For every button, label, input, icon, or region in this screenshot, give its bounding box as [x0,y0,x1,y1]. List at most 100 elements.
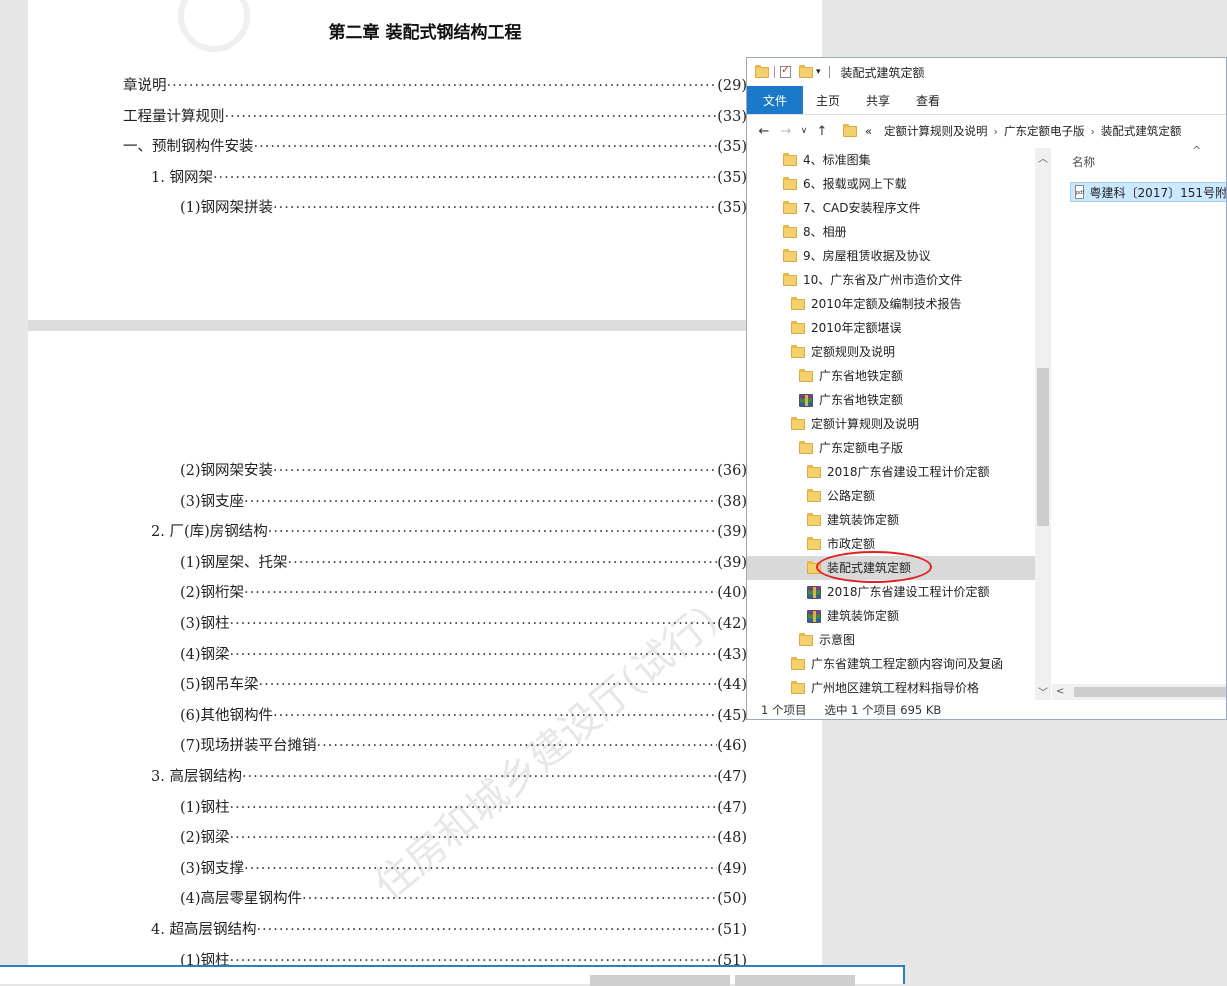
tree-item[interactable]: 9、房屋租赁收据及协议 [747,244,1035,268]
scrollbar-thumb[interactable] [1037,368,1049,526]
recent-locations-chevron-icon[interactable]: ∨ [797,126,811,136]
page-separator [28,320,822,331]
navigation-pane[interactable]: 4、标准图集 6、报载或网上下载 7、CAD安装程序文件 8、相册 9、房屋租赁收据及协… [747,148,1035,700]
breadcrumb-item[interactable]: 装配式建筑定额 [1101,123,1182,139]
toc-page-number: (39) [717,524,747,541]
tree-item[interactable]: 2010年定额堪误 [747,316,1035,340]
folder-icon[interactable] [755,64,769,78]
tree-item-label: 广东省建筑工程定额内容询问及复函 [811,657,1004,671]
toc-entry-text: 章说明 [123,78,167,94]
toc-entry-text: (4)高层零星钢构件 [180,891,303,908]
ribbon-tabs: 文件 主页 共享 查看 [747,86,1226,115]
tree-item[interactable]: 2010年定额及编制技术报告 [747,292,1035,316]
tree-item[interactable]: 8、相册 [747,220,1035,244]
toc-entry: (6)其他钢构件 (45) [180,703,747,729]
tree-item[interactable]: 定额规则及说明 [747,340,1035,364]
rar-archive-icon [807,585,821,599]
scroll-up-icon[interactable]: ︿ [1035,150,1051,165]
toc-entry: (1)钢网架拼装 (35) [180,195,747,221]
toc-page-number: (46) [717,738,747,755]
address-bar-row: ← → ∨ ↑ « 定额计算规则及说明 › 广东定额电子版 › 装配式建筑定额 [747,118,1226,144]
address-bar[interactable]: « 定额计算规则及说明 › 广东定额电子版 › 装配式建筑定额 [839,120,1187,142]
toc-leader-dots [230,642,718,668]
tab-file[interactable]: 文件 [747,86,804,114]
toc-entry-text: 2. 厂(库)房钢结构 [151,524,268,541]
tree-item[interactable]: 公路定额 [747,484,1035,508]
tree-item-label: 公路定额 [827,489,876,503]
tree-item[interactable]: 市政定额 [747,532,1035,556]
tree-item[interactable]: 2018广东省建设工程计价定额 [747,460,1035,484]
toc-page-number: (48) [717,830,747,847]
tree-item[interactable]: 2018广东省建设工程计价定额 [747,580,1035,604]
tree-item[interactable]: 广东省地铁定额 [747,388,1035,412]
tree-item[interactable]: 7、CAD安装程序文件 [747,196,1035,220]
title-bar[interactable]: ▾ 装配式建筑定额 [747,58,1226,86]
column-header-name[interactable]: 名称 [1072,154,1095,170]
tab-share[interactable]: 共享 [853,86,903,114]
tree-item[interactable]: 建筑装饰定额 [747,604,1035,628]
scroll-left-icon[interactable]: < [1056,684,1064,700]
toc-page-number: (42) [717,616,747,632]
file-list-horizontal-scrollbar[interactable]: < [1052,684,1226,700]
tree-item-label: 7、CAD安装程序文件 [803,201,921,215]
toc-entry-text: (3)钢支撑 [180,860,245,877]
tree-item-label: 广东定额电子版 [819,441,904,455]
tree-item[interactable]: 4、标准图集 [747,148,1035,172]
toc-entry: 工程量计算规则 (33) [123,104,747,130]
tree-item[interactable]: 6、报载或网上下载 [747,172,1035,196]
toc-entry: (7)现场拼装平台摊销 (46) [180,733,747,759]
tree-item[interactable]: 建筑装饰定额 [747,508,1035,532]
tree-item[interactable]: 装配式建筑定额 [747,556,1035,580]
toc-entry: (4)钢梁 (43) [180,642,747,668]
chevron-right-icon[interactable]: › [994,125,998,138]
folder-icon [783,272,797,286]
customize-dropdown-icon[interactable]: ▾ [816,67,821,77]
properties-icon[interactable] [780,63,791,78]
toc-leader-dots [244,580,717,606]
window-title: 装配式建筑定额 [840,65,925,80]
toc-leader-dots [254,134,718,160]
tree-item[interactable]: 广东省地铁定额 [747,364,1035,388]
chevron-right-icon[interactable]: › [1090,125,1094,138]
new-folder-icon[interactable] [799,64,813,78]
tree-item[interactable]: 示意图 [747,628,1035,652]
up-arrow-icon[interactable]: ↑ [811,124,833,139]
quick-access-toolbar: ▾ [755,63,835,78]
tree-item[interactable]: 广东省建筑工程定额内容询问及复函 [747,652,1035,676]
toc-entry: (3)钢支座 (38) [180,489,747,515]
tab-view[interactable]: 查看 [903,86,953,114]
toc-entry-text: (7)现场拼装平台摊销 [180,738,317,755]
folder-icon [791,296,805,310]
tree-item[interactable]: 定额计算规则及说明 [747,412,1035,436]
tab-home[interactable]: 主页 [803,86,853,114]
toc-leader-dots [273,195,717,221]
tree-item[interactable]: 广州地区建筑工程材料指导价格 [747,676,1035,700]
toc-leader-dots [242,764,717,790]
rar-archive-icon [807,609,821,623]
file-item[interactable]: 粤建科〔2017〕151号附件 [1070,182,1226,202]
toc-leader-dots [244,489,717,515]
toc-leader-dots [259,672,718,698]
toc-entry-text: 4. 超高层钢结构 [151,922,257,938]
tree-item[interactable]: 广东定额电子版 [747,436,1035,460]
forward-arrow-icon[interactable]: → [775,124,797,139]
toc-leader-dots [225,104,718,130]
navigation-scrollbar[interactable]: ︿ ﹀ [1035,148,1051,700]
file-list-pane[interactable]: 名称 ^ 粤建科〔2017〕151号附件 [1052,144,1226,700]
breadcrumb-item[interactable]: 定额计算规则及说明 [884,123,988,139]
folder-icon [783,176,797,190]
toc-entry-text: 3. 高层钢结构 [151,769,242,785]
toc-page-number: (29) [717,78,747,94]
tree-item-label: 建筑装饰定额 [827,609,900,623]
toc-entry-text: 1. 钢网架 [151,169,213,186]
back-arrow-icon[interactable]: ← [753,124,775,139]
scrollbar-thumb[interactable] [1074,687,1226,697]
file-explorer-window[interactable]: ▾ 装配式建筑定额 文件 主页 共享 查看 ← → ∨ ↑ « 定额计算规则及说… [746,57,1227,720]
tree-item-label: 6、报载或网上下载 [803,177,907,191]
toc-page-number: (35) [717,200,747,217]
scroll-down-icon[interactable]: ﹀ [1035,684,1051,699]
breadcrumb-item[interactable]: 广东定额电子版 [1004,123,1085,139]
toc-leader-dots [317,733,718,759]
tree-item[interactable]: 10、广东省及广州市造价文件 [747,268,1035,292]
breadcrumb-overflow[interactable]: « [865,124,872,138]
